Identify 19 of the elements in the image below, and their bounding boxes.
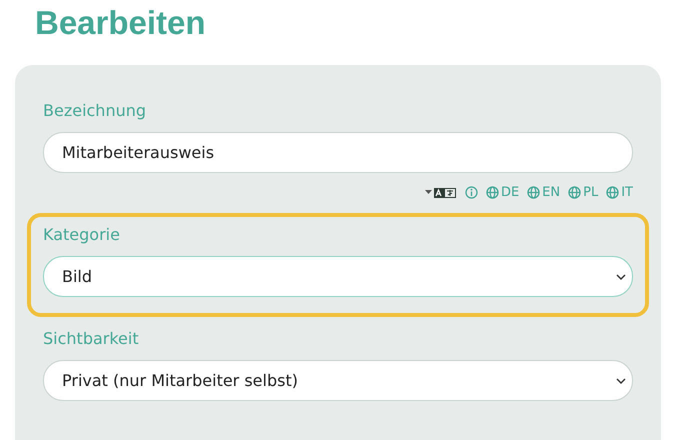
globe-icon bbox=[527, 186, 540, 198]
field-label: Bezeichnung bbox=[43, 101, 148, 121]
language-link[interactable]: DE bbox=[486, 184, 520, 200]
text-field[interactable]: Mitarbeiterausweis bbox=[43, 132, 633, 173]
info-icon bbox=[464, 186, 478, 198]
chevron-down-icon bbox=[616, 274, 626, 280]
language-link[interactable]: EN bbox=[527, 184, 560, 200]
globe-icon bbox=[486, 186, 499, 198]
chevron-down-icon bbox=[616, 378, 626, 384]
page-title: Bearbeiten bbox=[34, 3, 207, 43]
dropdown[interactable]: Privat (nur Mitarbeiter selbst) bbox=[43, 360, 633, 401]
dropdown[interactable]: Bild bbox=[43, 256, 633, 297]
globe-icon bbox=[568, 186, 582, 198]
language-link[interactable]: IT bbox=[606, 184, 633, 200]
field-label: Kategorie bbox=[43, 225, 121, 245]
globe-icon bbox=[606, 186, 620, 198]
language-link[interactable]: PL bbox=[568, 184, 598, 200]
translate-icon bbox=[424, 186, 457, 198]
field-label: Sichtbarkeit bbox=[43, 329, 140, 349]
